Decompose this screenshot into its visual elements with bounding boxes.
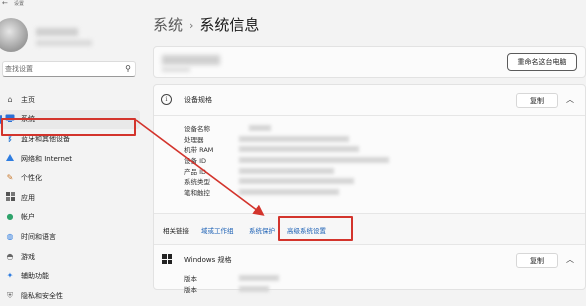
related-links: 相关链接 域或工作组 系统保护 高级系统设置	[154, 213, 585, 245]
user-name-redacted	[36, 28, 78, 36]
spec-value-redacted	[239, 285, 269, 292]
avatar	[0, 18, 28, 52]
spec-label: 机带 RAM	[184, 146, 214, 155]
sidebar-item-label: 主页	[21, 95, 35, 104]
back-arrow-icon[interactable]: ←	[2, 0, 8, 7]
user-email-redacted	[36, 40, 92, 46]
device-spec-card: i 设备规格 复制 ︿ 设备名称 处理器 机带 RAM 设备 ID 产品 ID …	[153, 84, 586, 294]
highlight-box-system	[1, 118, 136, 136]
sidebar-item-label: 帐户	[21, 213, 35, 222]
spec-row: 处理器	[184, 134, 574, 145]
link-system-protection[interactable]: 系统保护	[249, 225, 275, 235]
spec-value-redacted	[239, 189, 339, 196]
search-input[interactable]	[5, 63, 117, 75]
device-model-redacted	[162, 67, 190, 72]
breadcrumb-parent[interactable]: 系统	[153, 16, 183, 34]
home-icon: ⌂	[7, 94, 13, 104]
highlight-box-advanced-settings	[278, 216, 353, 241]
wifi-icon	[3, 153, 17, 165]
spec-label: 版本	[184, 285, 197, 294]
spec-value-redacted	[249, 125, 271, 131]
spec-label: 系统类型	[184, 178, 210, 187]
spec-label: 产品 ID	[184, 167, 206, 176]
sidebar-item-apps[interactable]: 应用	[0, 188, 140, 208]
spec-value-redacted	[239, 275, 279, 281]
apps-icon	[3, 191, 17, 204]
spec-value-redacted	[239, 146, 359, 153]
accessibility-icon: ✦	[6, 271, 14, 281]
spec-value-redacted	[239, 178, 354, 185]
copy-device-spec-button[interactable]: 复制	[516, 93, 558, 108]
sidebar-item-label: 辅助功能	[21, 272, 49, 281]
windows-logo-icon	[162, 254, 172, 264]
spec-row: 版本	[184, 284, 574, 295]
settings-window: ← 设置 ⚲ ⌂ 主页 系统 ᛒ 蓝牙和其	[0, 0, 586, 302]
rename-pc-button[interactable]: 重命名这台电脑	[507, 53, 577, 71]
device-name-redacted	[162, 55, 220, 65]
search-box[interactable]: ⚲	[2, 61, 136, 77]
sidebar-item-label: 隐私和安全性	[21, 291, 63, 300]
windows-spec-rows: 版本 版本	[184, 273, 574, 294]
spec-label: 设备 ID	[184, 157, 206, 166]
sidebar-item-label: 个性化	[21, 174, 42, 183]
sidebar-item-personalization[interactable]: ✎ 个性化	[0, 168, 140, 188]
spec-row: 机带 RAM	[184, 144, 574, 155]
spec-row: 系统类型	[184, 176, 574, 187]
sidebar-item-label: 应用	[21, 193, 35, 202]
spec-label: 设备名称	[184, 125, 210, 133]
sidebar-item-privacy[interactable]: ⛨ 隐私和安全性	[0, 286, 140, 306]
sidebar-item-label: 时间和语言	[21, 232, 56, 241]
gamepad-icon: ◓	[6, 251, 14, 261]
brush-icon: ✎	[6, 173, 14, 183]
windows-spec-header[interactable]: Windows 规格 复制 ︿	[154, 243, 585, 273]
globe-icon: ◍	[6, 231, 14, 241]
link-domain-workgroup[interactable]: 域或工作组	[201, 225, 234, 235]
account-icon: ●	[6, 212, 14, 222]
sidebar-item-label: 游戏	[21, 252, 35, 261]
spec-label: 处理器	[184, 135, 204, 144]
device-spec-title: 设备规格	[184, 96, 212, 104]
device-spec-header[interactable]: i 设备规格 复制 ︿	[154, 85, 585, 116]
spec-row: 设备名称	[184, 123, 574, 134]
breadcrumb-separator: ›	[189, 19, 194, 32]
spec-row: 笔和触控	[184, 187, 574, 198]
user-profile[interactable]	[0, 18, 140, 62]
sidebar: ⚲ ⌂ 主页 系统 ᛒ 蓝牙和其他设备 网络和 Internet	[0, 10, 140, 302]
chevron-up-icon[interactable]: ︿	[566, 254, 574, 265]
spec-value-redacted	[239, 157, 389, 164]
main-content: 系统 › 系统信息 重命名这台电脑 i 设备规格 复制 ︿ 设备名称 处理器 机带 …	[145, 0, 586, 302]
page-title: 系统信息	[199, 16, 260, 34]
device-spec-rows: 设备名称 处理器 机带 RAM 设备 ID 产品 ID 系统类型 笔和触控	[184, 123, 574, 198]
spec-value-redacted	[239, 135, 349, 142]
sidebar-item-gaming[interactable]: ◓ 游戏	[0, 247, 140, 267]
windows-spec-title: Windows 规格	[184, 256, 232, 264]
device-name-card: 重命名这台电脑	[153, 46, 586, 78]
sidebar-item-accounts[interactable]: ● 帐户	[0, 208, 140, 228]
spec-label: 版本	[184, 275, 197, 283]
window-title: 设置	[14, 1, 25, 7]
sidebar-item-time-language[interactable]: ◍ 时间和语言	[0, 227, 140, 247]
sidebar-item-home[interactable]: ⌂ 主页	[0, 90, 140, 110]
spec-label: 笔和触控	[184, 189, 210, 198]
related-links-label: 相关链接	[163, 227, 189, 235]
breadcrumb: 系统 › 系统信息	[153, 14, 259, 35]
search-icon[interactable]: ⚲	[125, 64, 131, 73]
sidebar-item-accessibility[interactable]: ✦ 辅助功能	[0, 266, 140, 286]
spec-row: 产品 ID	[184, 166, 574, 177]
sidebar-item-label: 网络和 Internet	[21, 154, 73, 163]
spec-value-redacted	[239, 167, 334, 174]
sidebar-item-network[interactable]: 网络和 Internet	[0, 149, 140, 169]
shield-icon: ⛨	[7, 290, 13, 300]
copy-windows-spec-button[interactable]: 复制	[516, 253, 558, 268]
spec-row: 版本	[184, 273, 574, 284]
info-icon: i	[161, 94, 172, 105]
chevron-up-icon[interactable]: ︿	[566, 94, 574, 105]
spec-row: 设备 ID	[184, 155, 574, 166]
